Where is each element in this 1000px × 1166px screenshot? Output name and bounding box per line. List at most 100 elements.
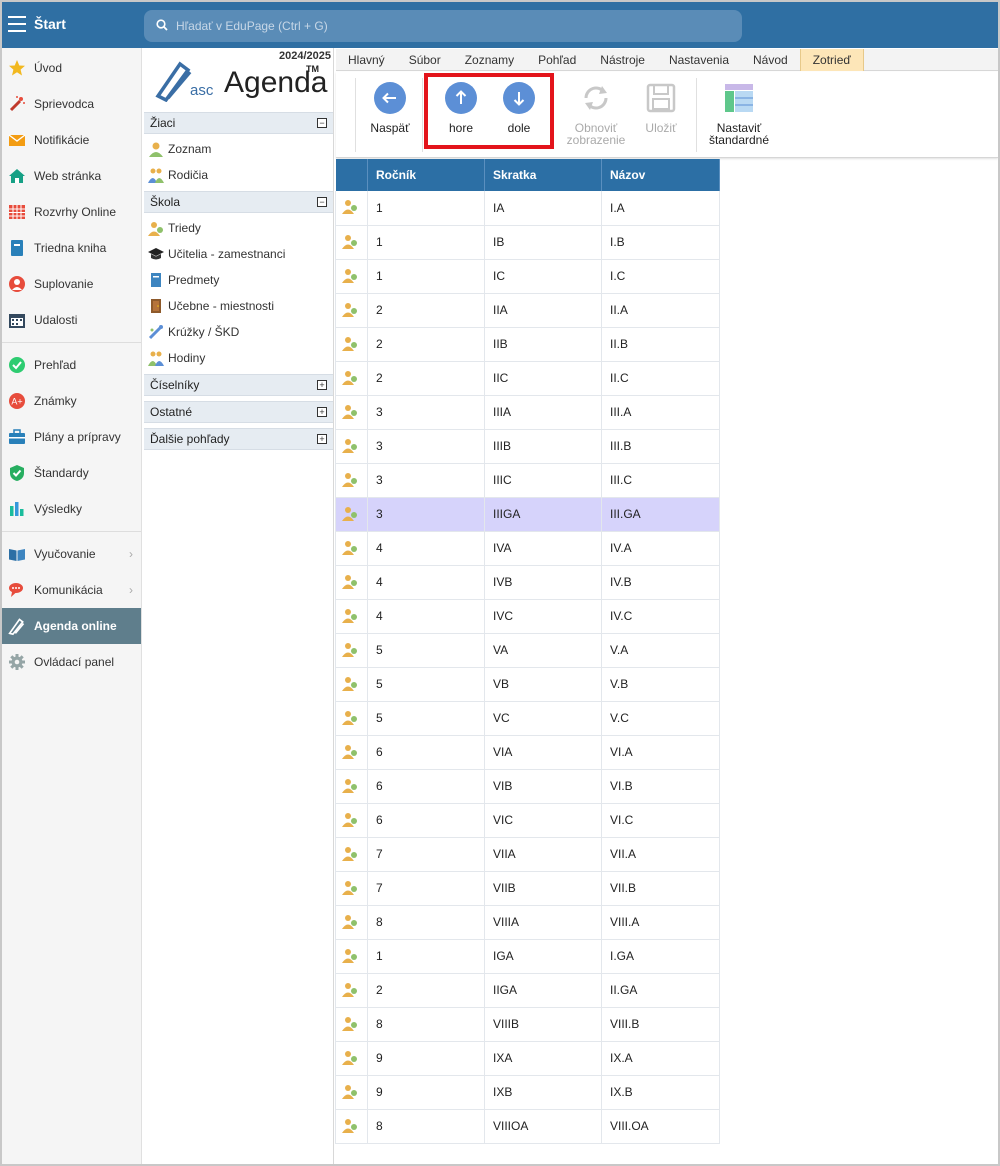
cell-nazov[interactable]: III.C	[601, 463, 720, 498]
group-ostatne[interactable]: Ostatné +	[144, 401, 333, 423]
tab-zoznamy[interactable]: Zoznamy	[453, 49, 526, 71]
table-row[interactable]: 1 IGA I.GA	[335, 939, 720, 974]
cell-rocnik[interactable]: 6	[367, 735, 485, 770]
cell-rocnik[interactable]: 7	[367, 871, 485, 906]
cell-skratka[interactable]: VB	[484, 667, 602, 702]
menu-item-hodiny[interactable]: Hodiny	[144, 345, 333, 371]
cell-skratka[interactable]: VA	[484, 633, 602, 668]
menu-item-triedy[interactable]: Triedy	[144, 215, 333, 241]
cell-skratka[interactable]: VIA	[484, 735, 602, 770]
table-row[interactable]: 9 IXA IX.A	[335, 1041, 720, 1076]
cell-skratka[interactable]: IIIB	[484, 429, 602, 464]
cell-nazov[interactable]: I.GA	[601, 939, 720, 974]
tab-hlavny[interactable]: Hlavný	[336, 49, 397, 71]
cell-rocnik[interactable]: 8	[367, 1007, 485, 1042]
tab-pohlad[interactable]: Pohľad	[526, 49, 588, 71]
cell-rocnik[interactable]: 1	[367, 939, 485, 974]
cell-skratka[interactable]: IA	[484, 191, 602, 226]
menu-item-rodicia[interactable]: Rodičia	[144, 162, 333, 188]
group-skola[interactable]: Škola −	[144, 191, 333, 213]
tab-nastavenia[interactable]: Nastavenia	[657, 49, 741, 71]
collapse-icon[interactable]: −	[317, 118, 327, 128]
sidebar-item-triedna-kniha[interactable]: Triedna kniha	[2, 230, 141, 266]
collapse-icon[interactable]: −	[317, 197, 327, 207]
cell-rocnik[interactable]: 4	[367, 565, 485, 600]
cell-skratka[interactable]: IB	[484, 225, 602, 260]
table-row[interactable]: 2 IIGA II.GA	[335, 973, 720, 1008]
table-row[interactable]: 3 IIIGA III.GA	[335, 497, 720, 532]
sidebar-item-prehlad[interactable]: Prehľad	[2, 347, 141, 383]
cell-nazov[interactable]: I.A	[601, 191, 720, 226]
tab-subor[interactable]: Súbor	[397, 49, 453, 71]
table-row[interactable]: 4 IVA IV.A	[335, 531, 720, 566]
table-row[interactable]: 8 VIIIA VIII.A	[335, 905, 720, 940]
cell-skratka[interactable]: IIGA	[484, 973, 602, 1008]
cell-rocnik[interactable]: 1	[367, 225, 485, 260]
table-row[interactable]: 3 IIIB III.B	[335, 429, 720, 464]
cell-rocnik[interactable]: 1	[367, 191, 485, 226]
cell-skratka[interactable]: IIIGA	[484, 497, 602, 532]
sidebar-item-komunikacia[interactable]: Komunikácia ›	[2, 572, 141, 608]
column-header-nazov[interactable]: Názov	[601, 159, 720, 191]
group-dalsie-pohlady[interactable]: Ďalšie pohľady +	[144, 428, 333, 450]
menu-item-zoznam[interactable]: Zoznam	[144, 136, 333, 162]
table-row[interactable]: 9 IXB IX.B	[335, 1075, 720, 1110]
sidebar-item-ovladaci-panel[interactable]: Ovládací panel	[2, 644, 141, 680]
search-input[interactable]	[176, 10, 726, 42]
table-row[interactable]: 8 VIIIB VIII.B	[335, 1007, 720, 1042]
cell-rocnik[interactable]: 3	[367, 497, 485, 532]
cell-rocnik[interactable]: 8	[367, 1109, 485, 1144]
cell-rocnik[interactable]: 9	[367, 1075, 485, 1110]
cell-skratka[interactable]: VIC	[484, 803, 602, 838]
cell-rocnik[interactable]: 4	[367, 599, 485, 634]
cell-skratka[interactable]: IIC	[484, 361, 602, 396]
cell-rocnik[interactable]: 5	[367, 701, 485, 736]
cell-skratka[interactable]: IXB	[484, 1075, 602, 1110]
search-box[interactable]	[144, 10, 742, 42]
sidebar-item-uvod[interactable]: Úvod	[2, 50, 141, 86]
sidebar-item-suplovanie[interactable]: Suplovanie	[2, 266, 141, 302]
cell-rocnik[interactable]: 3	[367, 429, 485, 464]
cell-nazov[interactable]: II.A	[601, 293, 720, 328]
cell-skratka[interactable]: VIIA	[484, 837, 602, 872]
cell-rocnik[interactable]: 6	[367, 803, 485, 838]
table-row[interactable]: 1 IB I.B	[335, 225, 720, 260]
refresh-view-button[interactable]: Obnoviť zobrazenie	[561, 80, 631, 150]
cell-rocnik[interactable]: 8	[367, 905, 485, 940]
cell-skratka[interactable]: IIIA	[484, 395, 602, 430]
cell-skratka[interactable]: IXA	[484, 1041, 602, 1076]
tab-nastroje[interactable]: Nástroje	[588, 49, 657, 71]
table-row[interactable]: 6 VIB VI.B	[335, 769, 720, 804]
cell-nazov[interactable]: I.C	[601, 259, 720, 294]
tab-zotried[interactable]: Zotrieď	[799, 49, 864, 71]
cell-skratka[interactable]: VIIIB	[484, 1007, 602, 1042]
cell-rocnik[interactable]: 3	[367, 463, 485, 498]
cell-nazov[interactable]: VIII.A	[601, 905, 720, 940]
cell-rocnik[interactable]: 5	[367, 667, 485, 702]
sidebar-item-vysledky[interactable]: Výsledky	[2, 491, 141, 527]
expand-icon[interactable]: +	[317, 434, 327, 444]
cell-nazov[interactable]: VI.C	[601, 803, 720, 838]
sidebar-item-agenda-online[interactable]: Agenda online	[2, 608, 141, 644]
table-row[interactable]: 4 IVB IV.B	[335, 565, 720, 600]
table-row[interactable]: 1 IC I.C	[335, 259, 720, 294]
table-row[interactable]: 3 IIIA III.A	[335, 395, 720, 430]
cell-nazov[interactable]: III.A	[601, 395, 720, 430]
table-row[interactable]: 6 VIC VI.C	[335, 803, 720, 838]
table-row[interactable]: 5 VB V.B	[335, 667, 720, 702]
menu-item-predmety[interactable]: Predmety	[144, 267, 333, 293]
sidebar-item-plany-a-pripravy[interactable]: Plány a prípravy	[2, 419, 141, 455]
cell-nazov[interactable]: VII.B	[601, 871, 720, 906]
cell-nazov[interactable]: V.C	[601, 701, 720, 736]
cell-skratka[interactable]: IVA	[484, 531, 602, 566]
back-button[interactable]: Naspäť	[360, 80, 420, 150]
menu-item-kruzky[interactable]: Krúžky / ŠKD	[144, 319, 333, 345]
cell-rocnik[interactable]: 9	[367, 1041, 485, 1076]
expand-icon[interactable]: +	[317, 380, 327, 390]
cell-nazov[interactable]: II.C	[601, 361, 720, 396]
cell-rocnik[interactable]: 7	[367, 837, 485, 872]
cell-skratka[interactable]: VIIB	[484, 871, 602, 906]
cell-nazov[interactable]: VII.A	[601, 837, 720, 872]
tab-navod[interactable]: Návod	[741, 49, 800, 71]
cell-nazov[interactable]: III.B	[601, 429, 720, 464]
